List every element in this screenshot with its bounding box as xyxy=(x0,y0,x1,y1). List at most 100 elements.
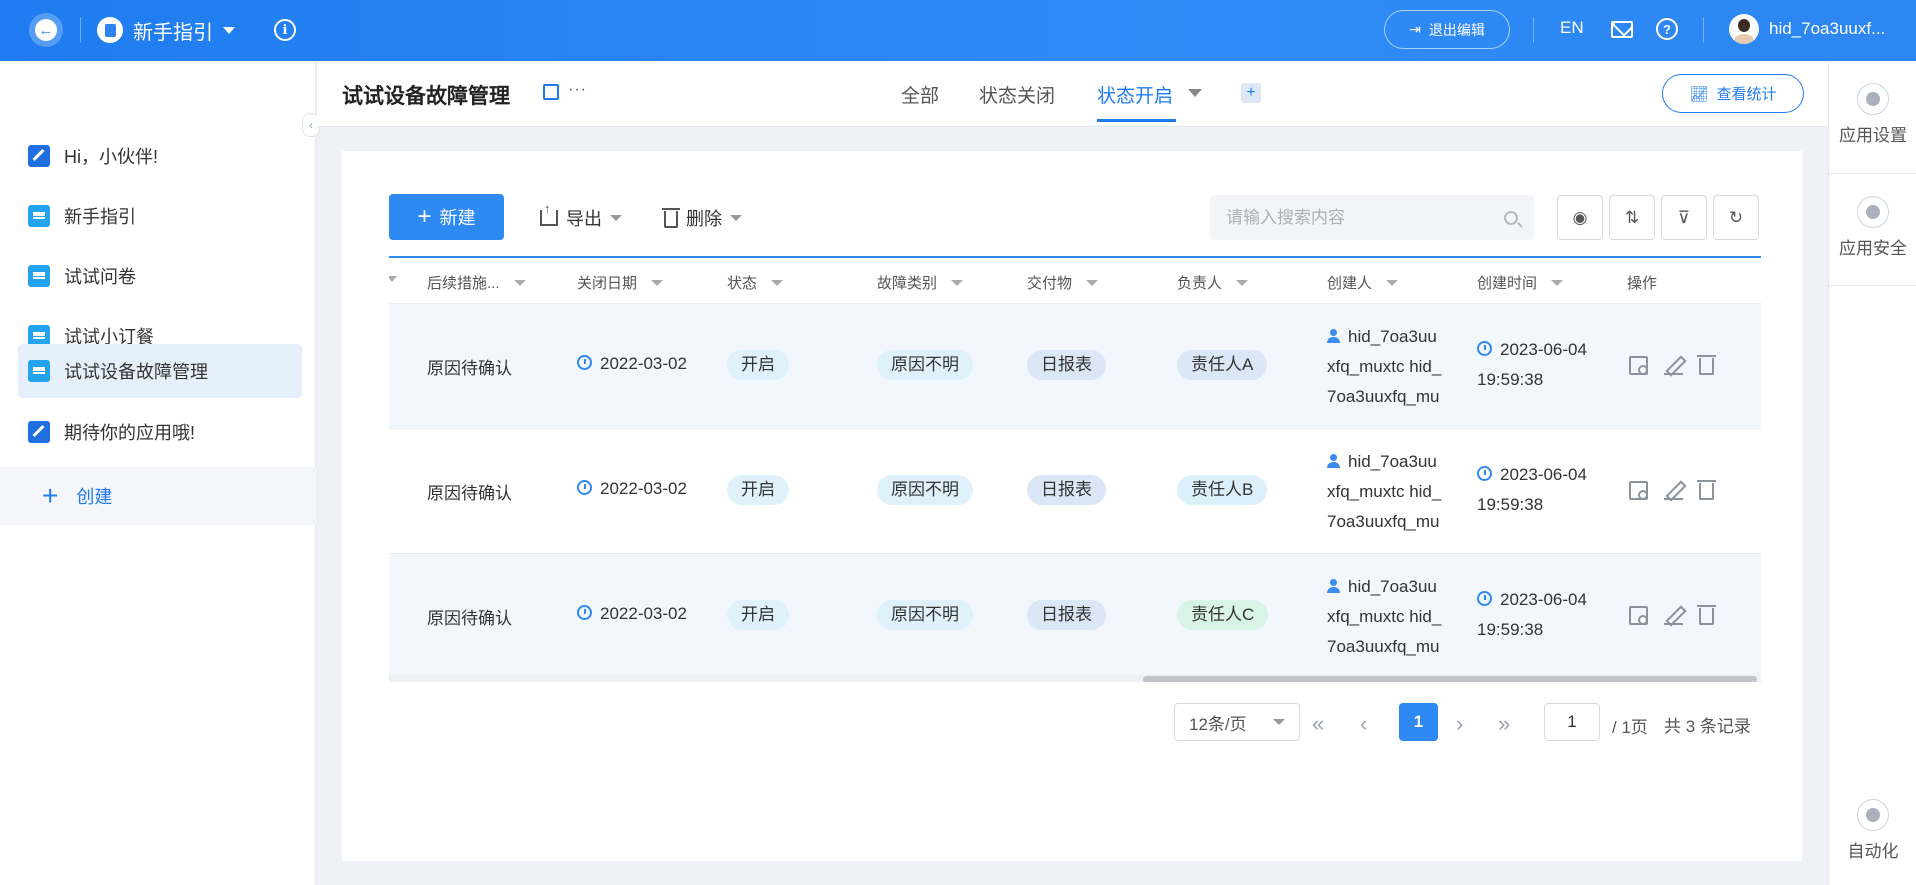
search-input[interactable] xyxy=(1226,207,1504,228)
table-row[interactable]: 原因待确认 2022-03-02 开启 原因不明 日报表 责任人A hid_7o… xyxy=(389,304,1761,429)
column-header[interactable]: 后续措施... xyxy=(427,272,526,293)
app-security-button[interactable]: 应用安全 xyxy=(1829,196,1916,259)
close-date-cell: 2022-03-02 xyxy=(577,604,687,624)
column-header[interactable]: 负责人 xyxy=(1177,272,1249,293)
automation-button[interactable]: 自动化 xyxy=(1829,799,1916,862)
sidebar-item-survey[interactable]: 试试问卷 xyxy=(18,249,302,303)
add-tab-button[interactable]: + xyxy=(1241,83,1261,103)
filter-button[interactable]: ⊽ xyxy=(1661,195,1707,240)
column-header[interactable]: 状态 xyxy=(727,272,784,293)
create-label: 创建 xyxy=(76,487,113,507)
page-size-select[interactable]: 12条/页 xyxy=(1174,703,1300,741)
divider xyxy=(80,17,81,43)
plus-icon: + xyxy=(42,480,59,511)
sidebar-item-label: 试试问卷 xyxy=(64,267,136,287)
trash-icon[interactable] xyxy=(1697,605,1716,625)
creator-cell: hid_7oa3uuxfq_muxtc hid_7oa3uuxfq_mu xyxy=(1327,452,1442,531)
scrollbar-thumb[interactable] xyxy=(1143,676,1757,682)
sidebar-item-hi[interactable]: Hi，小伙伴! xyxy=(18,129,302,183)
clock-icon xyxy=(1477,341,1492,356)
trash-icon[interactable] xyxy=(1697,480,1716,500)
trash-icon[interactable] xyxy=(1697,355,1716,375)
category-badge: 原因不明 xyxy=(877,475,973,505)
table-row[interactable]: 原因待确认 2022-03-02 开启 原因不明 日报表 责任人B hid_7o… xyxy=(389,429,1761,554)
first-page-icon[interactable]: « xyxy=(1312,711,1324,737)
back-arrow-icon: ← xyxy=(35,19,57,41)
edit-title-icon[interactable] xyxy=(543,84,559,100)
clock-icon xyxy=(577,355,592,370)
app-switcher[interactable]: 新手指引 xyxy=(97,15,235,45)
page-number-current[interactable]: 1 xyxy=(1399,703,1438,741)
column-header[interactable]: 创建时间 xyxy=(1477,272,1564,293)
column-header[interactable]: 关闭日期 xyxy=(577,272,664,293)
column-header[interactable]: 创建人 xyxy=(1327,272,1399,293)
tab-status-closed[interactable]: 状态关闭 xyxy=(979,81,1055,108)
sidebar-item-guide[interactable]: 新手指引 xyxy=(18,189,302,243)
table-header: 后续措施... 关闭日期 状态 故障类别 交付物 负责人 创建人 创建时间 操作 xyxy=(389,258,1761,304)
total-records: 共 3 条记录 xyxy=(1664,717,1751,736)
sidebar-item-expect[interactable]: 期待你的应用哦! xyxy=(18,405,302,459)
main-header: 试试设备故障管理 ··· 全部 状态关闭 状态开启 + 📈︎ 查看统计 xyxy=(317,61,1828,127)
chevron-down-icon xyxy=(1236,279,1249,286)
search-icon[interactable] xyxy=(1504,210,1518,225)
exit-edit-button[interactable]: ⇥ 退出编辑 xyxy=(1384,10,1510,49)
filter-icon: ⊽ xyxy=(1677,207,1691,227)
tab-status-open[interactable]: 状态开启 xyxy=(1097,81,1173,108)
column-header[interactable]: 交付物 xyxy=(1027,272,1099,293)
tab-all[interactable]: 全部 xyxy=(901,81,939,108)
measure-cell: 原因待确认 xyxy=(427,609,512,628)
prev-page-icon[interactable]: ‹ xyxy=(1360,711,1367,737)
column-header[interactable]: 故障类别 xyxy=(877,272,964,293)
sort-button[interactable]: ⇅ xyxy=(1609,195,1655,240)
app-name: 新手指引 xyxy=(133,21,213,44)
doc-icon xyxy=(28,205,50,227)
chevron-down-icon xyxy=(389,276,397,282)
user-icon xyxy=(1327,329,1340,343)
page-size-value: 12条/页 xyxy=(1189,714,1247,734)
view-icon[interactable] xyxy=(1629,606,1648,625)
sidebar: Hi，小伙伴! 新手指引 试试问卷 试试小订餐 试试设备故障管理 期待你的应用哦… xyxy=(0,61,316,885)
chevron-down-icon xyxy=(771,279,784,286)
sidebar-item-label: 试试设备故障管理 xyxy=(64,362,208,382)
chevron-down-icon[interactable] xyxy=(1188,89,1202,97)
info-icon[interactable]: i xyxy=(274,19,296,41)
created-time-cell: 2023-06-04 19:59:38 xyxy=(1477,465,1587,514)
mail-icon[interactable] xyxy=(1611,21,1633,38)
create-button[interactable]: + 创建 xyxy=(0,467,316,525)
clock-icon xyxy=(1477,591,1492,606)
clock-icon xyxy=(1477,466,1492,481)
export-label: 导出 xyxy=(566,209,602,229)
page-jump-input[interactable] xyxy=(1544,703,1600,741)
deliverable-badge: 日报表 xyxy=(1027,350,1106,380)
chevron-down-icon xyxy=(1551,279,1564,286)
chevron-down-icon xyxy=(1086,279,1099,286)
chevron-down-icon xyxy=(610,215,622,221)
table-row[interactable]: 原因待确认 2022-03-02 开启 原因不明 日报表 责任人C hid_7o… xyxy=(389,554,1761,679)
chart-icon: 📈︎ xyxy=(1689,85,1709,103)
user-menu[interactable]: hid_7oa3uuxf... xyxy=(1729,14,1885,44)
new-record-button[interactable]: + 新建 xyxy=(389,194,504,240)
next-page-icon[interactable]: › xyxy=(1456,711,1463,737)
edit-icon[interactable] xyxy=(1664,481,1683,500)
back-button[interactable]: ← xyxy=(29,13,63,47)
delete-button[interactable]: 删除 xyxy=(662,205,742,231)
export-button[interactable]: 导出 xyxy=(540,201,622,231)
content-card: + 新建 导出 删除 ◉ ⇅ ⊽ ↻ 后续措施... 关闭日期 状态 故障类别 … xyxy=(342,151,1802,861)
category-badge: 原因不明 xyxy=(877,350,973,380)
view-icon[interactable] xyxy=(1629,356,1648,375)
view-stats-button[interactable]: 📈︎ 查看统计 xyxy=(1662,74,1804,113)
row-actions xyxy=(1629,480,1716,500)
help-icon[interactable]: ? xyxy=(1656,18,1678,40)
horizontal-scrollbar[interactable] xyxy=(389,675,1761,682)
app-settings-button[interactable]: 应用设置 xyxy=(1829,83,1916,146)
refresh-button[interactable]: ↻ xyxy=(1713,195,1759,240)
sidebar-item-label: 新手指引 xyxy=(64,207,136,227)
hide-fields-button[interactable]: ◉ xyxy=(1557,195,1603,240)
view-icon[interactable] xyxy=(1629,481,1648,500)
edit-icon[interactable] xyxy=(1664,356,1683,375)
edit-icon[interactable] xyxy=(1664,606,1683,625)
sidebar-item-fault-management[interactable]: 试试设备故障管理 xyxy=(18,344,302,398)
last-page-icon[interactable]: » xyxy=(1498,711,1510,737)
more-icon[interactable]: ··· xyxy=(568,81,587,99)
language-switch[interactable]: EN xyxy=(1560,18,1584,38)
